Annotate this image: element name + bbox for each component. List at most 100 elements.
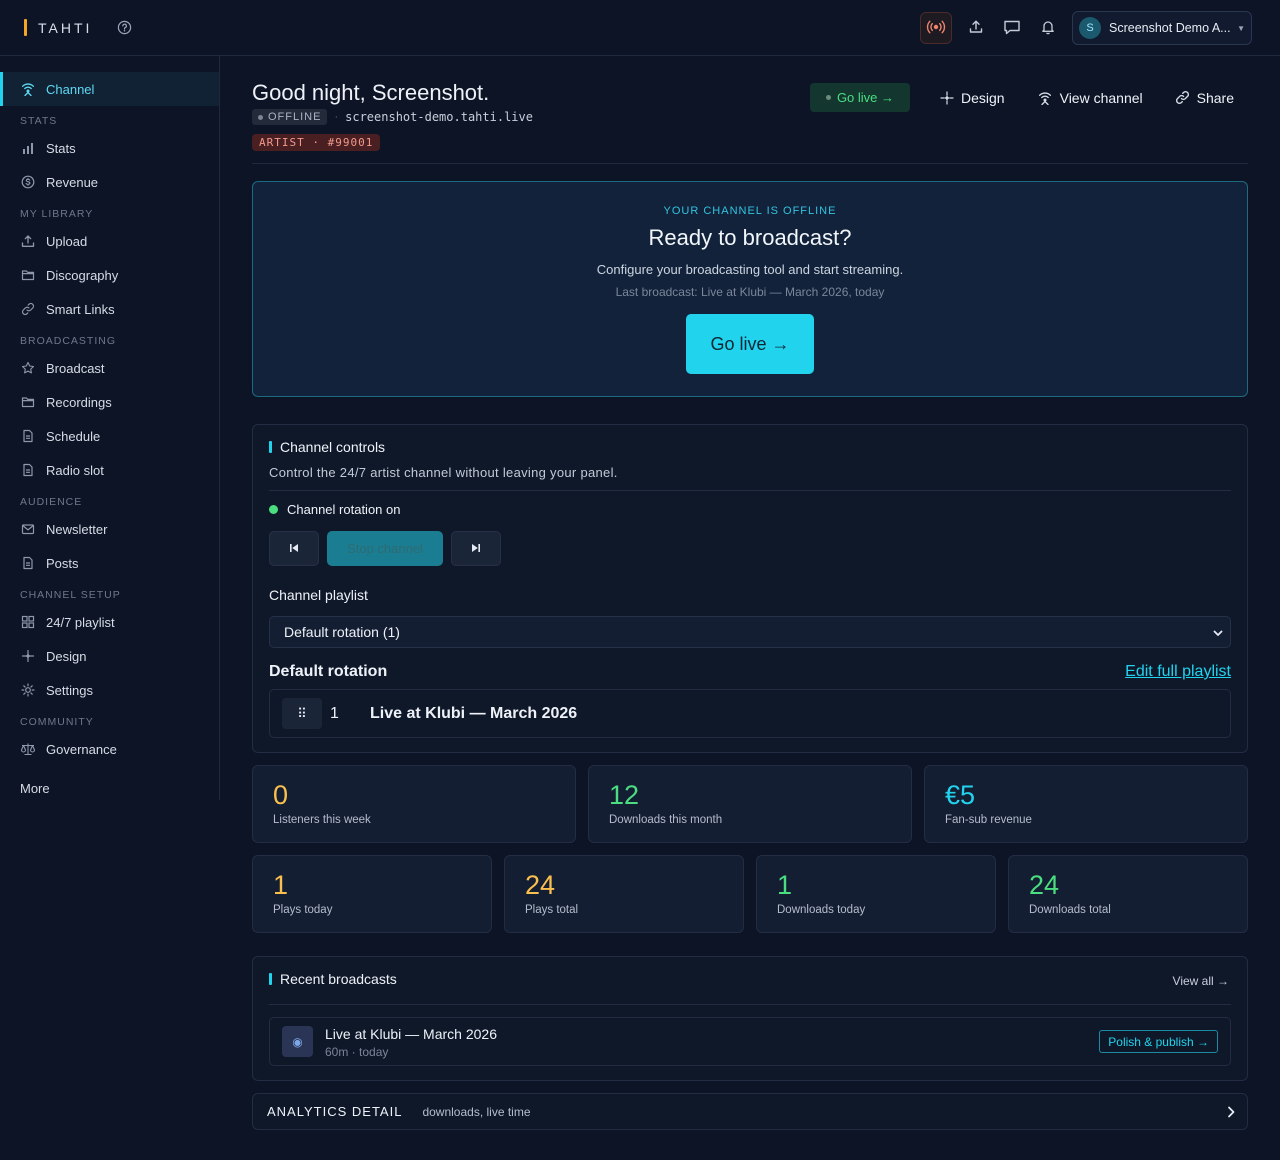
sidebar-section-stats: STATS — [20, 115, 58, 127]
upload-icon — [20, 233, 36, 249]
view-all-link[interactable]: View all → — [1173, 974, 1229, 988]
playlist-label: Channel playlist — [269, 587, 368, 603]
card-title-text: Channel controls — [280, 439, 386, 455]
sidebar-item-settings[interactable]: Settings — [0, 673, 219, 707]
stat-value: 1 — [273, 870, 289, 900]
stop-channel-button[interactable]: Stop channel — [327, 531, 443, 566]
view-channel-button[interactable]: View channel — [1023, 83, 1157, 112]
stat-label: Plays today — [273, 904, 333, 916]
stat-label: Plays total — [525, 904, 579, 916]
last-broadcast: Last broadcast: Live at Klubi — March 20… — [615, 285, 885, 299]
stat-card-fan-sub-revenue: €5 Fan-sub revenue — [924, 765, 1248, 843]
artist-badge: ARTIST · #99001 — [252, 134, 381, 151]
channel-url[interactable]: screenshot-demo.tahti.live — [345, 110, 533, 124]
brand-name: TAHTI — [38, 19, 93, 36]
sidebar-item-label: Stats — [46, 140, 76, 156]
divider — [269, 490, 1231, 491]
broadcast-live-button[interactable] — [920, 12, 952, 44]
status-dot-icon — [258, 114, 263, 120]
scales-icon — [20, 741, 36, 757]
star-icon — [20, 360, 36, 376]
share-button[interactable]: Share — [1161, 83, 1248, 112]
bar-chart-icon — [20, 140, 36, 156]
status-label: OFFLINE — [268, 111, 322, 123]
sidebar-item-label: Broadcast — [46, 360, 105, 376]
stat-value: 24 — [525, 870, 556, 900]
sidebar-item-newsletter[interactable]: Newsletter — [0, 512, 219, 546]
status-badge: OFFLINE — [252, 109, 328, 125]
messages-button[interactable] — [996, 12, 1028, 44]
offline-hero: YOUR CHANNEL IS OFFLINE Ready to broadca… — [252, 181, 1248, 397]
sidebar-item-radio-slot[interactable]: Radio slot — [0, 453, 219, 487]
playlist-select[interactable]: Default rotation (1) — [269, 616, 1231, 648]
chat-icon — [1003, 19, 1021, 38]
chevron-down-icon: ▼ — [1237, 23, 1245, 33]
sidebar-more[interactable]: More — [0, 768, 219, 808]
sidebar-item-label: 24/7 playlist — [46, 614, 115, 630]
skip-forward-icon — [471, 541, 481, 556]
sidebar-item-playlist[interactable]: 24/7 playlist — [0, 605, 219, 639]
edit-playlist-link[interactable]: Edit full playlist — [1125, 663, 1231, 681]
sidebar-item-label: Smart Links — [46, 301, 115, 317]
brand-logo[interactable]: TAHTI — [24, 19, 92, 36]
status-dot-icon — [825, 95, 831, 100]
track-position: 1 — [330, 704, 339, 722]
sun-gear-icon — [20, 682, 36, 698]
title-accent-bar — [269, 973, 272, 985]
go-live-label: Go live → — [836, 90, 895, 105]
sidebar-item-channel[interactable]: Channel — [0, 72, 219, 106]
brand-mark — [24, 19, 27, 36]
document-icon — [20, 428, 36, 444]
help-icon[interactable] — [116, 20, 132, 36]
stat-label: Downloads total — [1029, 904, 1111, 916]
upload-icon — [968, 19, 984, 38]
account-name: Screenshot Demo A... — [1109, 21, 1231, 35]
notifications-button[interactable] — [1032, 12, 1064, 44]
title-accent-bar — [269, 441, 272, 453]
sidebar-item-smart-links[interactable]: Smart Links — [0, 292, 219, 326]
sidebar-item-label: Recordings — [46, 394, 112, 410]
status-dot-icon — [269, 505, 278, 514]
share-label: Share — [1196, 89, 1234, 106]
avatar: S — [1079, 17, 1101, 39]
transport-controls: Stop channel — [269, 531, 501, 566]
channel-status-row: OFFLINE · screenshot-demo.tahti.live — [252, 109, 533, 125]
mail-icon — [20, 521, 36, 537]
sidebar-item-governance[interactable]: Governance — [0, 732, 219, 766]
upload-button[interactable] — [960, 12, 992, 44]
go-live-button[interactable]: Go live → — [809, 83, 911, 112]
sidebar-item-label: Upload — [46, 233, 88, 249]
hero-go-live-button[interactable]: Go live → — [686, 314, 814, 374]
list-item[interactable]: ◉ Live at Klubi — March 2026 60m · today… — [269, 1017, 1231, 1066]
next-track-button[interactable] — [451, 531, 501, 566]
drag-handle-icon[interactable]: ⠿ — [282, 698, 322, 729]
sidebar-item-discography[interactable]: Discography — [0, 258, 219, 292]
sidebar-item-posts[interactable]: Posts — [0, 546, 219, 580]
hero-description: Configure your broadcasting tool and sta… — [596, 262, 904, 277]
folder-icon — [20, 394, 36, 410]
page-title: Good night, Screenshot. — [252, 80, 490, 105]
sidebar-item-label: Posts — [46, 555, 79, 571]
sidebar-item-stats[interactable]: Stats — [0, 131, 219, 165]
sidebar-item-recordings[interactable]: Recordings — [0, 385, 219, 419]
link-icon — [1175, 90, 1190, 105]
account-menu[interactable]: S Screenshot Demo A... ▼ — [1072, 11, 1252, 45]
previous-track-button[interactable] — [269, 531, 319, 566]
sidebar-item-design[interactable]: Design — [0, 639, 219, 673]
analytics-detail-toggle[interactable]: ANALYTICS DETAIL downloads, live time — [252, 1093, 1248, 1130]
sidebar-item-upload[interactable]: Upload — [0, 224, 219, 258]
stat-label: Listeners this week — [273, 814, 371, 826]
broadcast-title: Live at Klubi — March 2026 — [325, 1026, 497, 1042]
design-label: Design — [961, 89, 1005, 106]
design-button[interactable]: Design — [926, 83, 1019, 112]
hero-title: Ready to broadcast? — [648, 225, 852, 250]
polish-publish-button[interactable]: Polish & publish → — [1099, 1030, 1218, 1053]
sidebar-item-label: Design — [46, 648, 87, 664]
grid-icon — [20, 614, 36, 630]
sidebar-item-revenue[interactable]: Revenue — [0, 165, 219, 199]
document-icon — [20, 462, 36, 478]
top-bar: TAHTI S Screenshot Demo A... ▼ — [0, 0, 1280, 56]
sidebar-item-schedule[interactable]: Schedule — [0, 419, 219, 453]
document-icon — [20, 555, 36, 571]
sidebar-item-broadcast[interactable]: Broadcast — [0, 351, 219, 385]
